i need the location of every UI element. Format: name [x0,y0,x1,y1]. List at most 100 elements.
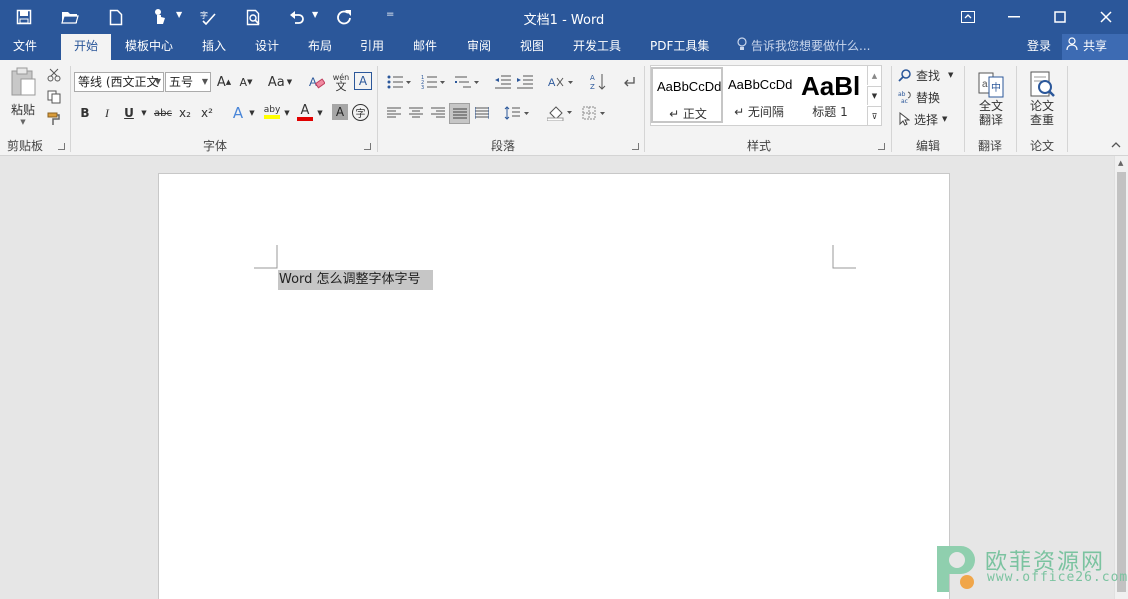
shading-button[interactable] [544,103,576,123]
superscript-button[interactable]: x² [198,103,216,123]
chinese-layout-button[interactable]: A [546,72,576,92]
multilevel-list-button[interactable] [452,72,482,92]
decrease-indent-icon[interactable] [492,72,514,92]
scroll-up-icon[interactable]: ▲ [1118,159,1123,167]
maximize-icon[interactable] [1037,0,1083,34]
ribbon-tabs: 文件 开始 模板中心 插入 设计 布局 引用 邮件 审阅 视图 开发工具 PDF… [0,34,1128,60]
subscript-button[interactable]: x₂ [176,103,194,123]
clear-formatting-icon[interactable]: A [307,72,327,92]
share-button[interactable]: 共享 [1062,34,1128,60]
bold-button[interactable]: B [77,103,93,123]
format-painter-icon[interactable] [44,109,64,129]
watermark-logo [937,546,975,592]
sort-icon[interactable]: AZ [588,70,608,94]
borders-button[interactable] [580,103,610,123]
collapse-ribbon-icon[interactable] [1108,138,1124,152]
tab-pdf-tools[interactable]: PDF工具集 [642,34,717,60]
align-right-icon[interactable] [428,103,448,123]
text-effects-button[interactable]: A [228,103,248,123]
select-button[interactable]: 选择 ▼ [898,110,956,128]
tab-mailings[interactable]: 邮件 [405,34,445,60]
tab-template-center[interactable]: 模板中心 [117,34,181,60]
paste-button[interactable]: 粘贴 ▼ [6,66,40,126]
ribbon-separator [644,66,645,152]
change-case-icon: Aa [267,74,285,90]
change-case-button[interactable]: Aa ▼ [264,72,296,92]
font-size-combo[interactable]: 五号 ▼ [165,72,211,92]
tab-home[interactable]: 开始 [61,34,111,60]
cut-icon[interactable] [44,65,64,85]
tab-design[interactable]: 设计 [247,34,287,60]
paragraph-group-label: 段落 [491,139,516,153]
font-color-button[interactable]: A [296,101,314,123]
font-name-combo[interactable]: 等线 (西文正文 ▼ [74,72,164,92]
find-label: 查找 [916,68,941,83]
character-border-button[interactable]: A [354,72,372,90]
scrollbar-thumb[interactable] [1117,172,1126,592]
character-shading-button[interactable]: A [332,104,348,120]
paragraph-launcher-icon[interactable] [632,143,639,150]
gallery-more-icon[interactable]: ⊽ [867,106,881,125]
selected-document-text[interactable]: Word 怎么调整字体字号 [278,270,433,290]
tab-layout[interactable]: 布局 [300,34,340,60]
copy-icon[interactable] [44,87,64,107]
phonetic-guide-button[interactable]: wén 文 [330,70,352,94]
increase-indent-icon[interactable] [514,72,536,92]
character-border-icon: A [358,74,368,88]
enclose-characters-button[interactable]: 字 [352,104,369,121]
login-link[interactable]: 登录 [1027,34,1051,60]
distributed-icon[interactable] [472,103,492,123]
clipboard-launcher-icon[interactable] [58,143,65,150]
underline-dropdown-icon[interactable]: ▼ [139,103,149,123]
gallery-scroll-down-icon[interactable]: ▼ [867,86,881,105]
bullets-button[interactable] [384,72,414,92]
style-sample: AaBbCcDd [657,79,722,94]
grow-font-button[interactable]: A ▲ [214,72,234,92]
font-color-dropdown-icon[interactable]: ▼ [316,103,324,123]
tell-me-search[interactable]: 告诉我您想要做什么... [737,34,870,60]
tab-insert[interactable]: 插入 [194,34,234,60]
ribbon-display-options-icon[interactable] [945,0,991,34]
numbering-button[interactable]: 123 [418,72,448,92]
vertical-scrollbar[interactable]: ▲ [1114,156,1128,599]
align-left-icon[interactable] [384,103,404,123]
tab-view[interactable]: 视图 [512,34,552,60]
character-shading-icon: A [335,105,345,119]
italic-button[interactable]: I [99,103,115,123]
tab-file[interactable]: 文件 [5,34,45,60]
text-effects-dropdown-icon[interactable]: ▼ [248,103,256,123]
document-page[interactable]: Word 怎么调整字体字号 [158,173,950,599]
styles-launcher-icon[interactable] [878,143,885,150]
select-label: 选择 [914,112,939,127]
highlight-button[interactable]: aby [262,101,282,123]
close-icon[interactable] [1083,0,1128,34]
highlight-dropdown-icon[interactable]: ▼ [283,103,291,123]
justify-icon[interactable] [449,103,470,124]
show-marks-icon[interactable] [620,72,638,92]
thesis-label-2: 查重 [1029,113,1054,127]
numbering-icon: 123 [421,75,445,89]
strikethrough-button[interactable]: abc [152,103,174,123]
style-heading-1[interactable]: AaBl 标题 1 [797,67,863,123]
font-launcher-icon[interactable] [364,143,371,150]
style-no-spacing[interactable]: AaBbCcDd ↵ 无间隔 [724,67,796,123]
tab-review[interactable]: 审阅 [459,34,499,60]
clipboard-group-label: 剪贴板 [7,139,44,153]
align-center-icon[interactable] [406,103,426,123]
tab-developer[interactable]: 开发工具 [565,34,629,60]
svg-text:ab: ab [898,91,906,98]
style-sample: AaBl [801,71,861,101]
tab-references[interactable]: 引用 [352,34,392,60]
translate-document-button[interactable]: a中 全文 翻译 [970,66,1012,132]
find-button[interactable]: 查找 ▼ [898,66,960,84]
shrink-font-button[interactable]: A ▼ [236,72,256,92]
replace-button[interactable]: ab ac 替换 [898,88,948,106]
gallery-scroll-up-icon[interactable]: ▲ [867,66,881,85]
thesis-check-button[interactable]: 论文 查重 [1020,66,1064,132]
underline-button[interactable]: U [121,103,137,123]
minimize-icon[interactable] [991,0,1037,34]
font-color-bar [297,116,313,121]
line-spacing-button[interactable] [502,103,532,123]
svg-text:ac: ac [901,98,908,104]
style-normal[interactable]: AaBbCcDd ↵ 正文 [651,67,723,123]
